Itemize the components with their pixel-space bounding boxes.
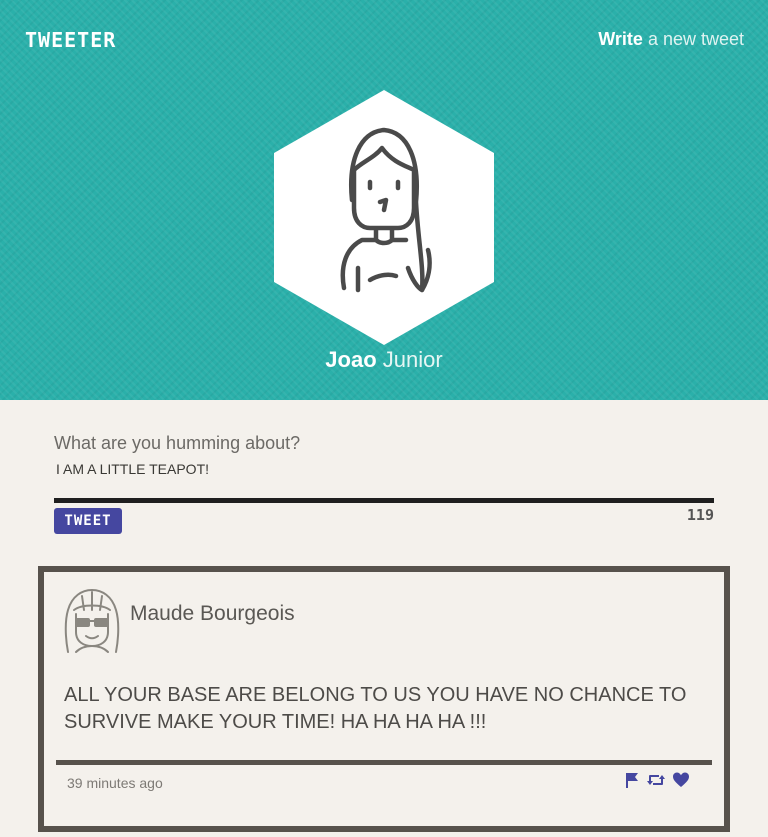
flag-icon[interactable] (624, 771, 642, 789)
retweet-icon[interactable] (646, 771, 665, 789)
tweet-timestamp: 39 minutes ago (67, 775, 163, 791)
tweet-button[interactable]: TWEET (54, 508, 122, 534)
composer-divider (54, 498, 714, 503)
composer-prompt: What are you humming about? (54, 433, 301, 453)
tweet-author[interactable]: Maude Bourgeois (130, 602, 295, 626)
write-new-tweet-link[interactable]: Write a new tweet (598, 29, 744, 50)
tweet-composer: What are you humming about? TWEET 119 (54, 430, 714, 534)
profile-first-name: Joao (325, 347, 377, 372)
tweet-text: ALL YOUR BASE ARE BELONG TO US YOU HAVE … (64, 684, 687, 733)
tweet-avatar (62, 588, 122, 656)
profile-header: TWEETER Write a new tweet Joao Junior (0, 0, 768, 400)
profile-avatar (272, 90, 496, 345)
char-counter: 119 (686, 506, 714, 524)
compose-link-strong: Write (598, 29, 643, 49)
tweet-card: Maude Bourgeois ALL YOUR BASE ARE BELONG… (38, 566, 730, 832)
heart-icon[interactable] (672, 771, 690, 789)
tweet-actions (624, 771, 704, 793)
tweet-input[interactable] (54, 458, 714, 480)
sunglasses-avatar-icon (64, 589, 120, 653)
compose-link-rest: a new tweet (642, 29, 744, 49)
woman-avatar-icon (274, 90, 494, 345)
app-logo[interactable]: TWEETER (25, 28, 116, 52)
profile-name: Joao Junior (0, 347, 768, 373)
tweet-divider (56, 760, 712, 765)
profile-last-name: Junior (376, 347, 443, 372)
